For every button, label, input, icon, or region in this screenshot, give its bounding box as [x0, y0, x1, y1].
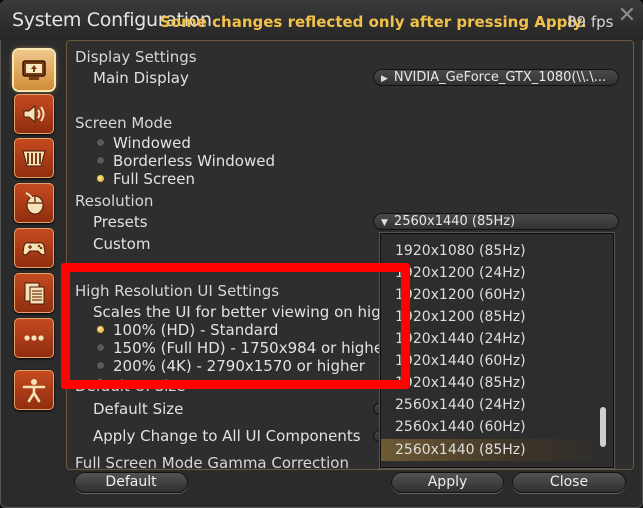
resolution-option[interactable]: 1920x1080 (85Hz)	[381, 240, 613, 262]
radio-ui-200[interactable]	[96, 361, 105, 370]
resolution-header: Resolution	[75, 192, 154, 210]
main-display-value: NVIDIA_GeForce_GTX_1080(\\.\...	[393, 70, 607, 85]
system-configuration-window: System Configuration Some changes reflec…	[0, 0, 643, 508]
category-sound[interactable]	[14, 94, 54, 134]
resolution-option[interactable]: 2560x1440 (24Hz)	[381, 394, 613, 416]
accessibility-icon	[22, 379, 46, 403]
category-other[interactable]	[14, 318, 54, 358]
apply-notice: Some changes reflected only after pressi…	[160, 13, 587, 31]
radio-full-screen[interactable]	[96, 174, 105, 183]
default-size-label: Default Size	[93, 400, 184, 418]
main-display-select[interactable]: ▶ NVIDIA_GeForce_GTX_1080(\\.\...	[373, 69, 619, 86]
resolution-option[interactable]: 1920x1200 (60Hz)	[381, 284, 613, 306]
dropdown-arrow-icon: ▼	[381, 218, 388, 228]
radio-windowed-label: Windowed	[113, 134, 191, 152]
radio-windowed[interactable]	[96, 138, 105, 147]
default-ui-size-header: Default UI Size	[75, 377, 186, 395]
resolution-option[interactable]: 1920x1200 (24Hz)	[381, 262, 613, 284]
display-settings-header: Display Settings	[75, 48, 197, 66]
category-mouse[interactable]	[14, 183, 54, 223]
close-icon[interactable]: ✕	[617, 5, 637, 27]
fullscreen-gamma-header: Full Screen Mode Gamma Correction	[75, 454, 349, 470]
custom-label: Custom	[93, 235, 151, 253]
radio-ui-150-label: 150% (Full HD) - 1750x984 or higher	[113, 339, 390, 357]
radio-ui-100-label: 100% (HD) - Standard	[113, 321, 279, 339]
radio-full-screen-label: Full Screen	[113, 170, 195, 188]
category-sidebar	[0, 40, 66, 508]
radio-ui-100[interactable]	[96, 325, 105, 334]
high-res-ui-header: High Resolution UI Settings	[75, 282, 280, 300]
title-bar[interactable]: System Configuration Some changes reflec…	[0, 0, 643, 40]
speaker-icon	[23, 104, 45, 124]
more-icon	[24, 335, 44, 341]
resolution-option[interactable]: 1920x1440 (85Hz)	[381, 372, 613, 394]
category-display[interactable]	[14, 50, 54, 90]
gauge-icon	[22, 150, 46, 167]
radio-ui-200-label: 200% (4K) - 2790x1570 or higher	[113, 357, 365, 375]
gamepad-icon	[22, 242, 46, 256]
screen-mode-header: Screen Mode	[75, 114, 173, 132]
close-button[interactable]: Close	[512, 472, 626, 493]
main-display-label: Main Display	[93, 69, 189, 87]
apply-button[interactable]: Apply	[391, 472, 504, 493]
resolution-option[interactable]: 1920x1200 (85Hz)	[381, 306, 613, 328]
resolution-option-highlighted[interactable]: 2560x1440 (85Hz)	[381, 439, 613, 461]
play-arrow-icon: ▶	[381, 74, 388, 84]
document-list-icon	[24, 282, 45, 305]
radio-ui-150[interactable]	[96, 343, 105, 352]
dropdown-scrollbar[interactable]	[600, 407, 606, 447]
mouse-icon	[25, 192, 44, 215]
fps-counter: 89 fps	[567, 13, 614, 31]
presets-value: 2560x1440 (85Hz)	[393, 214, 516, 229]
radio-borderless-windowed[interactable]	[96, 156, 105, 165]
category-logs[interactable]	[14, 273, 54, 313]
resolution-option[interactable]: 1920x1440 (24Hz)	[381, 328, 613, 350]
high-res-ui-description: Scales the UI for better viewing on high…	[93, 303, 402, 321]
resolution-dropdown-list[interactable]: 1920x1080 (85Hz) 1920x1200 (24Hz) 1920x1…	[380, 233, 614, 468]
default-button[interactable]: Default	[74, 472, 188, 493]
presets-select[interactable]: ▼ 2560x1440 (85Hz)	[373, 213, 619, 230]
category-gamepad[interactable]	[14, 228, 54, 268]
category-accessibility[interactable]	[14, 370, 54, 410]
resolution-option[interactable]: 2560x1440 (60Hz)	[381, 416, 613, 438]
presets-label: Presets	[93, 213, 148, 231]
radio-borderless-label: Borderless Windowed	[113, 152, 275, 170]
category-graphics[interactable]	[14, 138, 54, 178]
display-icon	[22, 60, 46, 80]
apply-all-ui-label: Apply Change to All UI Components	[93, 427, 361, 445]
resolution-option[interactable]: 1920x1440 (60Hz)	[381, 350, 613, 372]
